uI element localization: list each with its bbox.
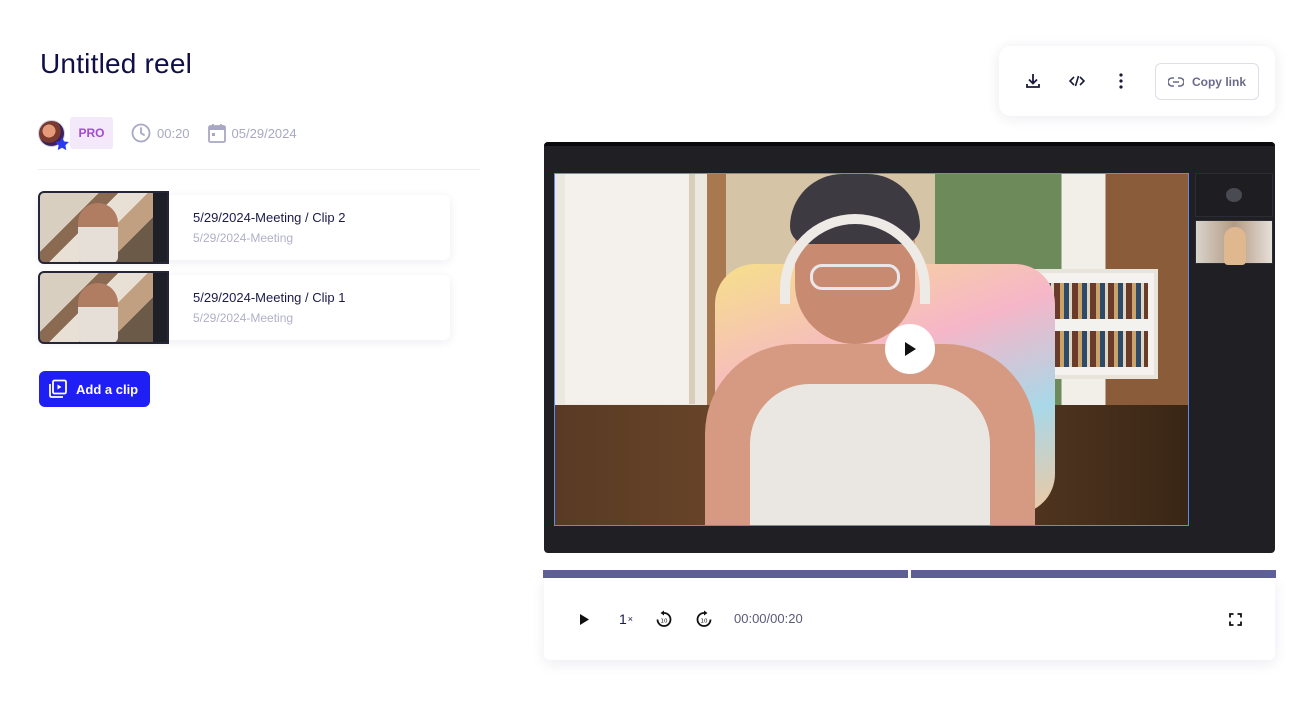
copy-link-label: Copy link (1191, 74, 1246, 89)
fullscreen-icon (1228, 612, 1242, 626)
duration-meta: 00:20 (131, 123, 190, 143)
star-icon (55, 136, 69, 150)
video-player[interactable] (544, 142, 1275, 553)
pro-badge: PRO (70, 117, 113, 149)
play-icon (905, 342, 916, 356)
speed-value: 1 (618, 611, 627, 627)
clip-thumbnail (38, 271, 169, 344)
copy-link-button[interactable]: Copy link (1155, 63, 1259, 100)
forward-10-icon: 10 (696, 610, 712, 627)
clip-thumbnail (38, 191, 169, 264)
download-icon (1026, 74, 1040, 88)
clock-icon (131, 123, 151, 143)
more-vertical-icon (1119, 73, 1123, 89)
duration-text: 00:20 (157, 125, 190, 141)
clip-subtitle: 5/29/2024-Meeting (193, 231, 294, 245)
rewind-10-icon: 10 (656, 610, 672, 627)
forward-10-button[interactable]: 10 (694, 609, 714, 629)
main-video-frame[interactable] (554, 173, 1189, 526)
progress-bar[interactable] (543, 570, 1276, 578)
svg-text:10: 10 (701, 619, 708, 625)
video-add-icon (49, 379, 67, 398)
reel-meta: PRO 00:20 05/29/2024 (38, 117, 297, 150)
divider (38, 169, 480, 170)
link-icon (1167, 76, 1184, 87)
playback-speed-button[interactable]: 1 × (616, 609, 636, 629)
page-title[interactable]: Untitled reel (40, 48, 192, 80)
clip-item[interactable]: 5/29/2024-Meeting / Clip 1 5/29/2024-Mee… (38, 271, 450, 344)
add-clip-label: Add a clip (76, 381, 139, 397)
participant-tile[interactable] (1195, 220, 1273, 265)
calendar-icon (207, 124, 226, 143)
speed-suffix: × (627, 614, 634, 624)
time-display: 00:00/00:20 (734, 611, 803, 626)
play-overlay-button[interactable] (885, 324, 935, 374)
rewind-10-button[interactable]: 10 (654, 609, 674, 629)
participant-tile[interactable] (1195, 173, 1273, 217)
embed-button[interactable] (1065, 69, 1089, 93)
add-clip-button[interactable]: Add a clip (39, 371, 150, 407)
date-meta: 05/29/2024 (207, 123, 297, 143)
clip-title: 5/29/2024-Meeting / Clip 2 (193, 210, 346, 225)
more-options-button[interactable] (1109, 69, 1133, 93)
svg-text:10: 10 (661, 619, 668, 625)
play-icon (579, 613, 589, 625)
avatar[interactable] (38, 119, 69, 150)
clip-title: 5/29/2024-Meeting / Clip 1 (193, 290, 346, 305)
date-text: 05/29/2024 (231, 125, 297, 141)
code-icon (1069, 75, 1085, 87)
clip-subtitle: 5/29/2024-Meeting (193, 311, 294, 325)
reel-toolbar: Copy link (999, 46, 1275, 116)
clip-item[interactable]: 5/29/2024-Meeting / Clip 2 5/29/2024-Mee… (38, 191, 450, 264)
download-button[interactable] (1021, 69, 1045, 93)
play-button[interactable] (576, 609, 592, 629)
player-controls: 1 × 10 10 00:00/00:20 (544, 578, 1275, 660)
fullscreen-button[interactable] (1226, 609, 1244, 629)
